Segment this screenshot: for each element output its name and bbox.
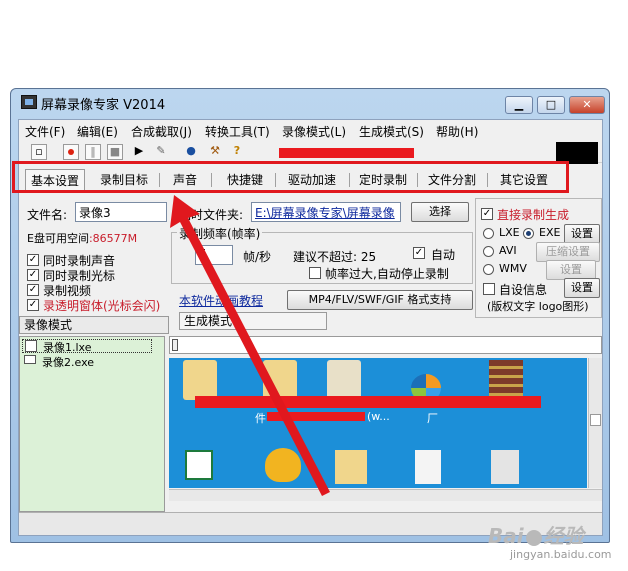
watermark-brand2-text: 经验	[543, 524, 584, 548]
annotation-arrow	[170, 195, 330, 496]
watermark-brand-text: Bai	[488, 524, 524, 548]
watermark-brand: Bai 经验	[488, 520, 584, 549]
watermark-url: jingyan.baidu.com	[510, 548, 612, 561]
arrow-shape	[170, 195, 330, 496]
paw-icon	[525, 529, 542, 546]
